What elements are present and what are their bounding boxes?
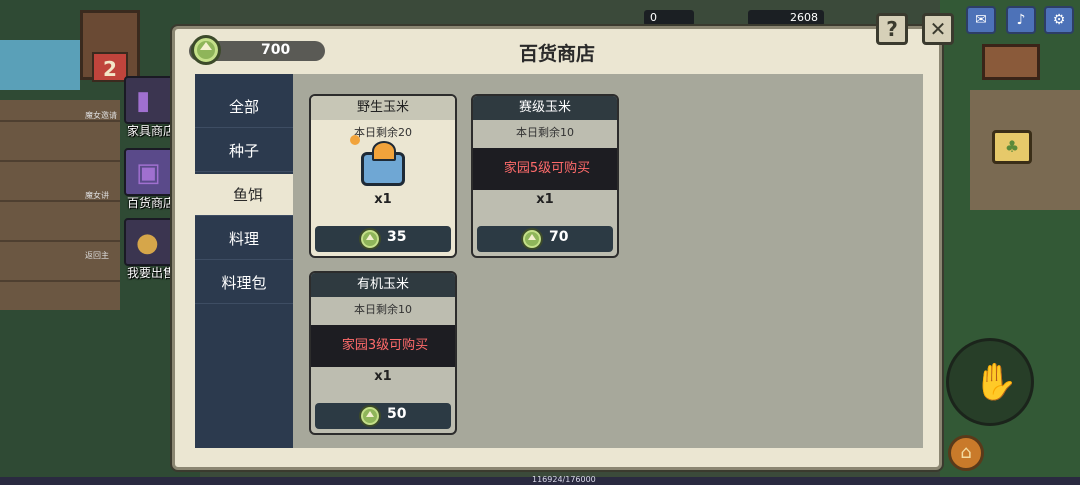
card-remain: 本日剩余20: [354, 126, 412, 139]
resource-1: 0: [644, 10, 694, 26]
tab-seeds[interactable]: 种子: [195, 130, 293, 172]
chest-icon: ▣: [124, 148, 178, 196]
tab-cooking[interactable]: 料理: [195, 218, 293, 260]
lock-message: 家园3级可购买: [311, 325, 455, 367]
card-name: 有机玉米: [311, 273, 455, 297]
lock-message: 家园5级可购买: [473, 148, 617, 190]
resource-bar: 0 2608: [600, 8, 870, 28]
card-name: 野生玉米: [311, 96, 455, 120]
exp-text: 116924/176000: [532, 475, 596, 484]
coins-icon: ●: [124, 218, 178, 266]
home-coin-icon: [359, 228, 381, 250]
leaf-bubble-icon[interactable]: ♣: [992, 130, 1032, 164]
tab-cooking-pack[interactable]: 料理包: [195, 262, 293, 304]
shop-card-wild-corn[interactable]: 野生玉米 本日剩余20 x1 35: [309, 94, 457, 258]
shop-card-premium-corn[interactable]: 赛级玉米 本日剩余10 x1 家园5级可购买 70: [471, 94, 619, 258]
close-button[interactable]: ✕: [922, 13, 954, 45]
card-price: 50: [387, 406, 407, 422]
resource-2-value: 2608: [790, 11, 818, 24]
card-remain: 本日剩余10: [354, 303, 412, 316]
item-grid: 野生玉米 本日剩余20 x1 35 赛级玉米 本日剩余10 x1 家园5级可购买…: [293, 74, 923, 448]
shop-panel: 700 百货商店 全部 种子 鱼饵 料理 料理包 野生玉米 本日剩余20 x1 …: [172, 26, 942, 470]
shop-card-organic-corn[interactable]: 有机玉米 本日剩余10 x1 家园3级可购买 50: [309, 271, 457, 435]
card-qty: x1: [374, 369, 392, 384]
side-small-3: 返回主: [85, 251, 109, 260]
buy-button[interactable]: 35: [315, 226, 451, 252]
wardrobe-icon: ▮: [124, 76, 178, 124]
resource-2: 2608: [748, 10, 824, 26]
category-tabs: 全部 种子 鱼饵 料理 料理包: [195, 74, 301, 448]
resource-1-value: 0: [650, 11, 657, 24]
interact-button[interactable]: ✋: [946, 338, 1034, 426]
sign-board[interactable]: [982, 44, 1040, 80]
home-coin-icon: [359, 405, 381, 427]
card-qty: x1: [374, 192, 392, 207]
shop-title: 百货商店: [518, 43, 595, 65]
tab-bait[interactable]: 鱼饵: [195, 174, 301, 216]
help-button[interactable]: ?: [876, 13, 908, 45]
home-coin-icon: [521, 228, 543, 250]
card-price: 70: [549, 229, 569, 245]
glove-icon: ✋: [973, 362, 1018, 403]
wooden-deck: [0, 100, 120, 310]
sound-icon[interactable]: ♪: [1006, 6, 1036, 34]
tab-all[interactable]: 全部: [195, 86, 293, 128]
card-name: 赛级玉米: [473, 96, 617, 120]
settings-icon[interactable]: ⚙: [1044, 6, 1074, 34]
home-button[interactable]: ⌂: [948, 435, 984, 471]
water: [0, 40, 80, 90]
side-small-2: 魔女讲: [85, 191, 109, 200]
buy-button[interactable]: 50: [315, 403, 451, 429]
card-price: 35: [387, 229, 407, 245]
buy-button[interactable]: 70: [477, 226, 613, 252]
corn-bait-icon: [350, 135, 405, 186]
mail-icon[interactable]: ✉: [966, 6, 996, 34]
card-qty: x1: [536, 192, 554, 207]
card-remain: 本日剩余10: [516, 126, 574, 139]
side-small-1: 魔女邀请: [85, 111, 117, 120]
